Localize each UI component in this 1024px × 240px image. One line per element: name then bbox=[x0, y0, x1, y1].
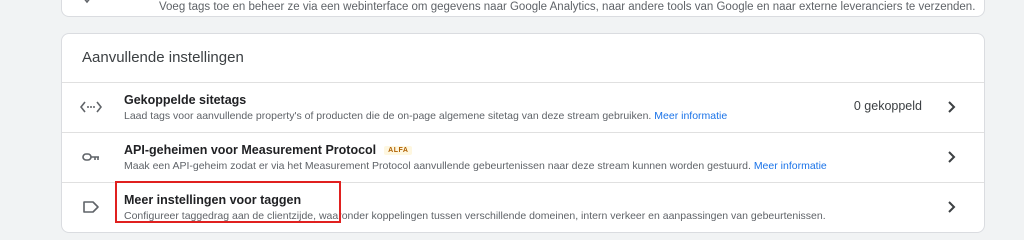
row-description: Configureer taggedrag aan de clientzijde… bbox=[124, 210, 826, 222]
tag-management-description: Voeg tags toe en beheer ze via een webin… bbox=[159, 1, 976, 13]
row-title-text: API-geheimen voor Measurement Protocol bbox=[124, 143, 377, 157]
additional-settings-card: Aanvullende instellingen Gekoppelde site… bbox=[61, 33, 985, 233]
row-more-tagging-settings[interactable]: Meer instellingen voor taggen Configuree… bbox=[62, 182, 984, 232]
tag-management-card: Voeg tags toe en beheer ze via een webin… bbox=[61, 0, 985, 17]
label-icon bbox=[80, 197, 102, 217]
connected-count: 0 gekoppeld bbox=[853, 99, 922, 113]
row-api-secrets[interactable]: API-geheimen voor Measurement Protocol AL… bbox=[62, 132, 984, 182]
chevron-right-icon[interactable] bbox=[946, 200, 958, 214]
section-title: Aanvullende instellingen bbox=[82, 49, 244, 66]
row-title: Gekoppelde sitetags bbox=[124, 93, 247, 107]
tag-manager-icon bbox=[117, 0, 131, 5]
chevron-right-icon[interactable] bbox=[946, 100, 958, 114]
row-title: API-geheimen voor Measurement Protocol AL… bbox=[124, 143, 413, 157]
key-icon bbox=[80, 147, 102, 167]
alpha-badge: ALFA bbox=[384, 146, 413, 155]
code-brackets-icon bbox=[80, 97, 102, 117]
row-description-text: Laad tags voor aanvullende property's of… bbox=[124, 110, 652, 122]
chevron-right-icon[interactable] bbox=[946, 150, 958, 164]
learn-more-link[interactable]: Meer informatie bbox=[754, 160, 827, 172]
learn-more-link[interactable]: Meer informatie bbox=[654, 110, 727, 122]
row-connected-site-tags[interactable]: Gekoppelde sitetags Laad tags voor aanvu… bbox=[62, 82, 984, 132]
chevron-icon bbox=[82, 0, 92, 4]
row-description: Maak een API-geheim zodat er via het Mea… bbox=[124, 160, 827, 172]
row-description-text: Maak een API-geheim zodat er via het Mea… bbox=[124, 160, 751, 172]
row-description: Laad tags voor aanvullende property's of… bbox=[124, 110, 727, 122]
row-title: Meer instellingen voor taggen bbox=[124, 193, 302, 207]
